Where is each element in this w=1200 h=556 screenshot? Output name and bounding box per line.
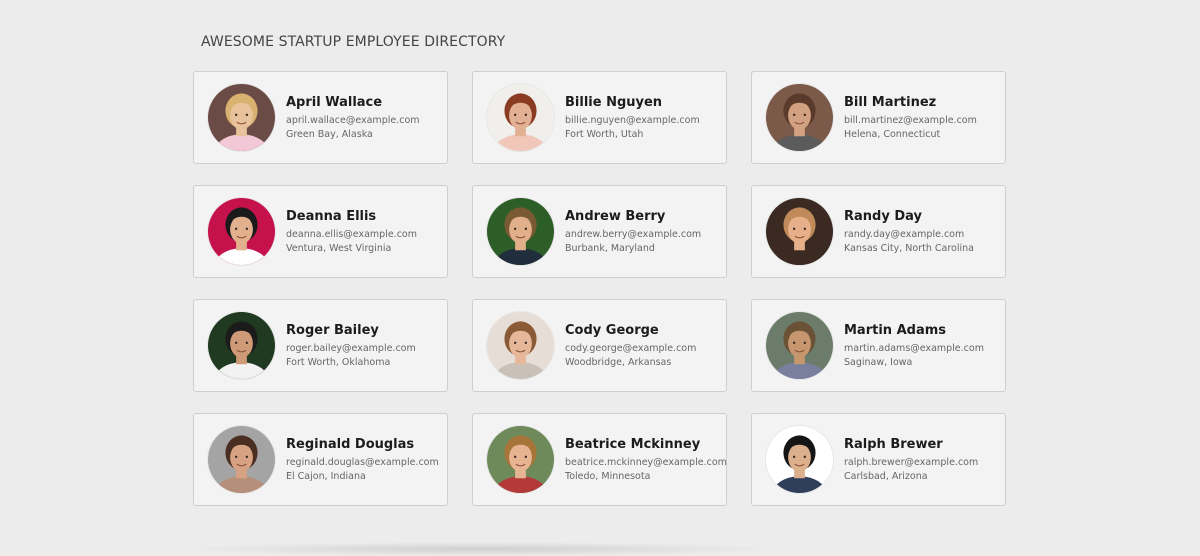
employee-location: El Cajon, Indiana [286, 471, 366, 482]
employee-location: Saginaw, Iowa [844, 357, 913, 368]
employee-location: Woodbridge, Arkansas [565, 357, 672, 368]
page-title: AWESOME STARTUP EMPLOYEE DIRECTORY [201, 34, 506, 50]
employee-card[interactable]: Bill Martinez bill.martinez@example.com … [751, 71, 1006, 164]
employee-name: Billie Nguyen [565, 95, 663, 110]
employee-card[interactable]: April Wallace april.wallace@example.com … [193, 71, 448, 164]
avatar-portrait [766, 198, 833, 265]
employee-location: Fort Worth, Utah [565, 129, 644, 140]
employee-card[interactable]: Reginald Douglas reginald.douglas@exampl… [193, 413, 448, 506]
avatar-portrait [487, 426, 554, 493]
avatar [487, 426, 554, 493]
avatar [487, 312, 554, 379]
avatar-portrait [766, 426, 833, 493]
employee-name: Martin Adams [844, 323, 946, 338]
avatar-portrait [487, 84, 554, 151]
avatar-portrait [208, 84, 275, 151]
employee-email: ralph.brewer@example.com [844, 457, 979, 468]
employee-card[interactable]: Beatrice Mckinney beatrice.mckinney@exam… [472, 413, 727, 506]
employee-location: Ventura, West Virginia [286, 243, 392, 254]
employee-email: reginald.douglas@example.com [286, 457, 439, 468]
avatar-portrait [487, 198, 554, 265]
employee-card[interactable]: Ralph Brewer ralph.brewer@example.com Ca… [751, 413, 1006, 506]
employee-email: deanna.ellis@example.com [286, 229, 417, 240]
employee-email: april.wallace@example.com [286, 115, 420, 126]
avatar [766, 84, 833, 151]
avatar-portrait [766, 84, 833, 151]
employee-card[interactable]: Billie Nguyen billie.nguyen@example.com … [472, 71, 727, 164]
employee-card[interactable]: Randy Day randy.day@example.com Kansas C… [751, 185, 1006, 278]
employee-name: April Wallace [286, 95, 383, 110]
employee-location: Kansas City, North Carolina [844, 243, 974, 254]
employee-name: Andrew Berry [565, 209, 666, 224]
employee-name: Ralph Brewer [844, 437, 943, 452]
employee-email: cody.george@example.com [565, 343, 697, 354]
avatar [766, 312, 833, 379]
employee-location: Toledo, Minnesota [565, 471, 651, 482]
employee-name: Cody George [565, 323, 659, 338]
employee-name: Reginald Douglas [286, 437, 415, 452]
employee-email: martin.adams@example.com [844, 343, 984, 354]
employee-email: billie.nguyen@example.com [565, 115, 700, 126]
employee-card[interactable]: Cody George cody.george@example.com Wood… [472, 299, 727, 392]
avatar-portrait [208, 312, 275, 379]
avatar-portrait [208, 198, 275, 265]
avatar-portrait [766, 312, 833, 379]
avatar [766, 426, 833, 493]
employee-card[interactable]: Deanna Ellis deanna.ellis@example.com Ve… [193, 185, 448, 278]
employee-email: bill.martinez@example.com [844, 115, 977, 126]
employee-name: Bill Martinez [844, 95, 937, 110]
avatar-portrait [208, 426, 275, 493]
employee-card[interactable]: Martin Adams martin.adams@example.com Sa… [751, 299, 1006, 392]
employee-email: randy.day@example.com [844, 229, 965, 240]
employee-card[interactable]: Roger Bailey roger.bailey@example.com Fo… [193, 299, 448, 392]
avatar-portrait [487, 312, 554, 379]
employee-name: Deanna Ellis [286, 209, 377, 224]
employee-email: beatrice.mckinney@example.com [565, 457, 727, 468]
avatar [766, 198, 833, 265]
employee-location: Green Bay, Alaska [286, 129, 373, 140]
employee-email: roger.bailey@example.com [286, 343, 416, 354]
avatar [208, 84, 275, 151]
employee-name: Roger Bailey [286, 323, 379, 338]
employee-location: Helena, Connecticut [844, 129, 941, 140]
avatar [487, 84, 554, 151]
avatar [208, 312, 275, 379]
employee-location: Burbank, Maryland [565, 243, 655, 254]
employee-card[interactable]: Andrew Berry andrew.berry@example.com Bu… [472, 185, 727, 278]
employee-name: Beatrice Mckinney [565, 437, 701, 452]
employee-location: Carlsbad, Arizona [844, 471, 928, 482]
avatar [208, 198, 275, 265]
avatar [487, 198, 554, 265]
employee-name: Randy Day [844, 209, 922, 224]
employee-grid: April Wallace april.wallace@example.com … [193, 71, 1007, 506]
page-bottom-shadow [180, 542, 780, 556]
employee-location: Fort Worth, Oklahoma [286, 357, 391, 368]
avatar [208, 426, 275, 493]
employee-email: andrew.berry@example.com [565, 229, 702, 240]
